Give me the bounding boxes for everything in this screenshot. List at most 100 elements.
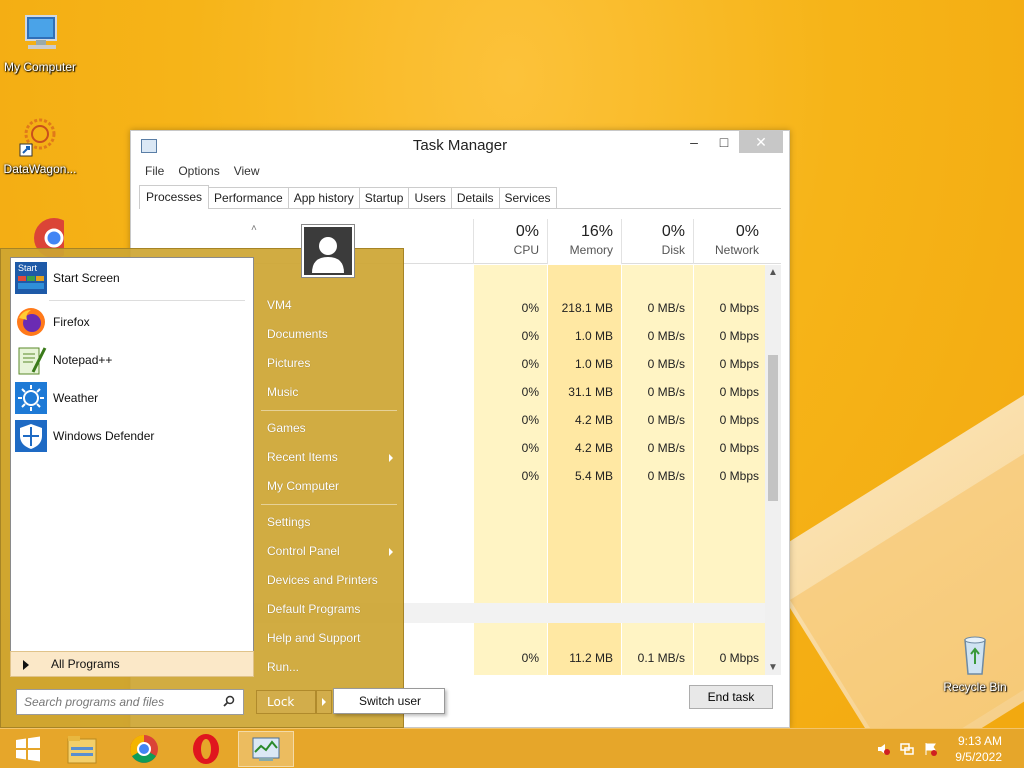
start-item-weather[interactable]: Weather [15,380,249,416]
volume-muted-icon[interactable] [876,742,890,756]
disk-cell: 0 MB/s [647,301,685,315]
tab-processes[interactable]: Processes [139,185,210,209]
start-link-recent-items[interactable]: Recent Items [267,450,338,464]
start-button[interactable] [0,731,56,767]
taskbar-chrome[interactable] [116,731,172,767]
column-header-memory[interactable]: 16% Memory [547,219,621,264]
file-explorer-icon [67,736,97,764]
start-link-devices-printers[interactable]: Devices and Printers [267,573,378,587]
clock-time: 9:13 AM [957,734,1002,748]
avatar-icon [304,227,352,275]
task-manager-icon [252,737,280,761]
all-programs-button[interactable]: All Programs [10,651,254,677]
divider [261,504,397,505]
system-clock[interactable]: 9:13 AM 9/5/2022 [955,733,1002,765]
maximize-button[interactable]: □ [709,131,739,153]
tab-users[interactable]: Users [408,187,452,208]
close-button[interactable]: ✕ [739,131,783,153]
disk-cell: 0 MB/s [647,329,685,343]
start-link-pictures[interactable]: Pictures [267,356,310,370]
cpu-cell: 0% [521,651,539,665]
start-screen-icon: Start [15,262,47,294]
start-link-my-computer[interactable]: My Computer [267,479,339,493]
start-link-games[interactable]: Games [267,421,306,435]
cpu-cell: 0% [521,469,539,483]
scroll-thumb[interactable] [768,355,778,501]
network-cell: 0 Mbps [719,441,759,455]
opera-icon [193,734,219,764]
start-item-label: Notepad++ [53,353,113,367]
action-center-icon[interactable] [924,742,938,756]
cpu-cell: 0% [521,357,539,371]
menu-bar: File Options View [131,161,789,181]
memory-cell: 4.2 MB [574,441,613,455]
desktop-icon-label: My Computer [3,60,77,74]
memory-cell: 4.2 MB [574,413,613,427]
tab-strip: Processes Performance App history Startu… [139,185,781,209]
column-header-disk[interactable]: 0% Disk [621,219,693,264]
menu-options[interactable]: Options [178,164,219,178]
start-item-start-screen[interactable]: Start Start Screen [15,260,249,296]
start-link-settings[interactable]: Settings [267,515,310,529]
start-link-run[interactable]: Run... [267,660,299,674]
network-icon[interactable] [900,742,914,756]
minimize-button[interactable]: – [679,131,709,153]
start-link-documents[interactable]: Documents [267,327,328,341]
user-avatar[interactable] [301,224,355,278]
network-cell: 0 Mbps [719,413,759,427]
network-cell: 0 Mbps [719,301,759,315]
memory-cell: 218.1 MB [561,301,613,315]
start-link-vm4[interactable]: VM4 [267,298,292,312]
start-item-notepadpp[interactable]: Notepad++ [15,342,249,378]
end-task-button[interactable]: End task [689,685,773,709]
tab-app-history[interactable]: App history [287,187,360,208]
tab-details[interactable]: Details [450,187,500,208]
divider [261,410,397,411]
start-item-label: Weather [53,391,99,405]
taskbar-task-manager[interactable] [238,731,294,767]
tab-performance[interactable]: Performance [208,187,289,208]
cpu-total: 0% [515,223,539,240]
start-link-music[interactable]: Music [267,385,298,399]
menu-view[interactable]: View [234,164,260,178]
desktop-icon-datawagon[interactable]: DataWagon... [0,112,80,176]
memory-cell: 5.4 MB [574,469,613,483]
taskbar-file-explorer[interactable] [56,731,112,767]
column-header-network[interactable]: 0% Network [693,219,767,264]
all-programs-label: All Programs [51,657,120,671]
taskbar-opera[interactable] [178,731,234,767]
start-link-control-panel[interactable]: Control Panel [267,544,340,558]
computer-icon [16,10,64,58]
power-options-arrow[interactable] [316,690,332,714]
desktop-icon-label: DataWagon... [3,162,77,176]
cpu-cell: 0% [521,385,539,399]
scroll-up-icon[interactable]: ▲ [765,267,781,278]
start-menu-pinned-panel: Start Start Screen Firefox Notepad++ Wea… [10,257,254,657]
desktop-icon-my-computer[interactable]: My Computer [0,10,80,74]
title-bar[interactable]: Task Manager – □ ✕ [131,131,789,161]
desktop-icon-recycle-bin[interactable]: Recycle Bin [935,630,1015,694]
memory-cell: 31.1 MB [568,385,613,399]
start-item-label: Windows Defender [53,429,155,443]
tab-startup[interactable]: Startup [358,187,410,208]
start-badge: Start [18,263,38,273]
start-link-help-support[interactable]: Help and Support [267,631,360,645]
scroll-down-icon[interactable]: ▼ [765,662,781,673]
start-item-windows-defender[interactable]: Windows Defender [15,418,249,454]
disk-cell: 0.1 MB/s [637,651,685,665]
start-link-default-programs[interactable]: Default Programs [267,602,360,616]
firefox-icon [15,306,47,338]
disk-total: 0% [661,223,685,240]
start-item-firefox[interactable]: Firefox [15,304,249,340]
lock-button[interactable]: Lock [256,690,316,714]
switch-user-menu-item[interactable]: Switch user [333,688,445,714]
column-header-cpu[interactable]: 0% CPU [473,219,547,264]
search-icon[interactable] [223,695,235,707]
vertical-scrollbar[interactable]: ▲ ▼ [765,265,781,675]
cpu-cell: 0% [521,329,539,343]
tab-services[interactable]: Services [498,187,557,208]
search-input[interactable]: Search programs and files [16,689,244,715]
menu-file[interactable]: File [145,164,164,178]
cpu-cell: 0% [521,301,539,315]
memory-cell: 1.0 MB [574,329,613,343]
